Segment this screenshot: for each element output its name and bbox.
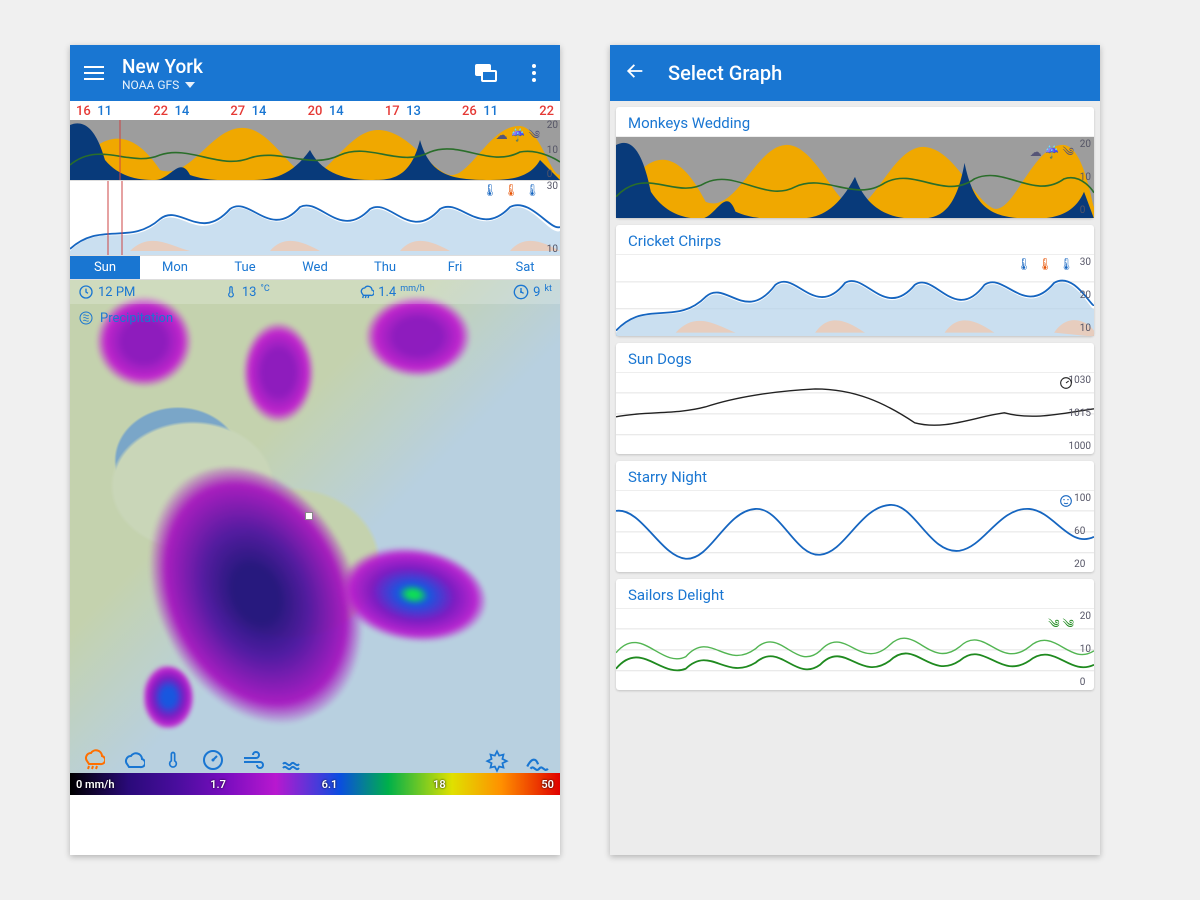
temp-legend-icons: 🌡🌡🌡 — [482, 183, 540, 197]
graph-card-starry-night[interactable]: Starry Night 1006020 — [616, 461, 1094, 572]
location-selector[interactable]: New York NOAA GFS — [122, 55, 450, 92]
tab-mon[interactable]: Mon — [140, 256, 210, 279]
tab-tue[interactable]: Tue — [210, 256, 280, 279]
screen-title: Select Graph — [668, 61, 782, 85]
select-graph-appbar: Select Graph — [610, 45, 1100, 101]
precip-stat[interactable]: 1.4 mm/h — [358, 284, 425, 300]
model-selector[interactable]: NOAA GFS — [122, 78, 450, 92]
graph-card-sun-dogs[interactable]: Sun Dogs 103010151000 — [616, 343, 1094, 454]
tab-fri[interactable]: Fri — [420, 256, 490, 279]
map-location-marker — [305, 512, 313, 520]
graph-legend-icons: ☁ ☔ ༄ — [496, 122, 540, 156]
graph-card-sailors-delight[interactable]: Sailors Delight ༄ ༄ 20100 — [616, 579, 1094, 690]
cloud-precip-graph[interactable]: ☁ ☔ ༄ 20100 — [70, 120, 560, 180]
location-title: New York — [122, 55, 450, 78]
hilo-strip: 16 11 22 14 27 14 20 14 17 13 26 11 22 — [70, 101, 560, 120]
menu-button[interactable] — [84, 66, 104, 80]
graph-list[interactable]: Monkeys Wedding ☁ ☔ ༄ 20100 Cricket Chir… — [610, 101, 1100, 855]
windflow-icon[interactable] — [484, 747, 510, 773]
wind-icon[interactable] — [240, 747, 266, 773]
tab-sat[interactable]: Sat — [490, 256, 560, 279]
chat-icon[interactable] — [474, 61, 498, 85]
swell-icon[interactable] — [524, 747, 550, 773]
time-stat[interactable]: 12 PM — [78, 284, 135, 300]
cloud-icon[interactable] — [120, 747, 146, 773]
select-graph-screen: Select Graph Monkeys Wedding ☁ ☔ ༄ 20100… — [610, 45, 1100, 855]
tab-sun[interactable]: Sun — [70, 256, 140, 279]
temperature-graph[interactable]: 🌡🌡🌡 3010 — [70, 180, 560, 255]
graph-card-cricket-chirps[interactable]: Cricket Chirps 🌡🌡🌡 302010 — [616, 225, 1094, 336]
overflow-menu-icon[interactable] — [522, 61, 546, 85]
temp-stat[interactable]: 13 °C — [224, 284, 270, 300]
map-layer-label[interactable]: Precipitation — [78, 310, 173, 326]
layer-toolbar — [70, 747, 560, 773]
wave-icon[interactable] — [280, 747, 306, 773]
day-tabs: Sun Mon Tue Wed Thu Fri Sat — [70, 255, 560, 280]
map-infobar: 12 PM 13 °C 1.4 mm/h 9 kt — [70, 280, 560, 304]
tab-thu[interactable]: Thu — [350, 256, 420, 279]
weather-main-screen: New York NOAA GFS 16 11 22 14 27 14 20 1… — [70, 45, 560, 855]
color-scale: 0 mm/h 1.7 6.1 18 50 — [70, 773, 560, 795]
pressure-icon[interactable] — [200, 747, 226, 773]
map-area[interactable]: 12 PM 13 °C 1.4 mm/h 9 kt — [70, 280, 560, 795]
wind-stat[interactable]: 9 kt — [513, 284, 552, 300]
temp-icon[interactable] — [160, 747, 186, 773]
graph-card-monkeys-wedding[interactable]: Monkeys Wedding ☁ ☔ ༄ 20100 — [616, 107, 1094, 218]
back-button[interactable] — [624, 60, 646, 86]
rain-icon[interactable] — [80, 747, 106, 773]
tab-wed[interactable]: Wed — [280, 256, 350, 279]
main-appbar: New York NOAA GFS — [70, 45, 560, 101]
